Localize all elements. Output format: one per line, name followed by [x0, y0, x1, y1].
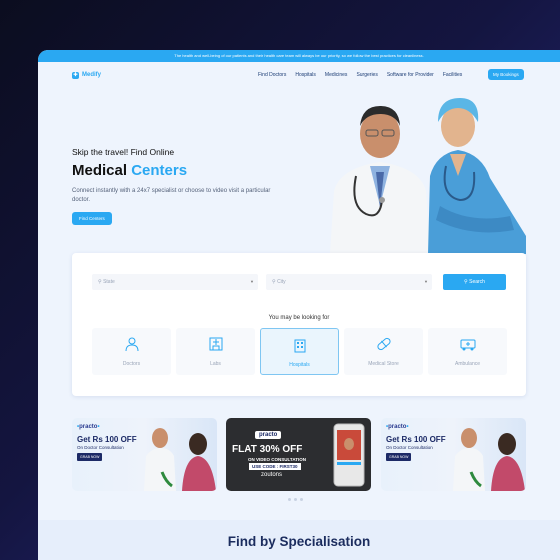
nav-item-find-doctors[interactable]: Find Doctors: [258, 72, 286, 78]
offer-subline: On Doctor Consultation: [386, 445, 433, 450]
zoutons-logo: zoutons: [261, 472, 283, 478]
doctor-patient-photo: [453, 428, 525, 491]
category-doctors[interactable]: Doctors: [92, 328, 171, 375]
capsule-icon: [376, 337, 391, 351]
offer-banner-2[interactable]: practo FLAT 30% OFF ON VIDEO CONSULTATIO…: [226, 418, 371, 491]
category-label: Medical Store: [368, 361, 399, 367]
specialisation-title: Find by Specialisation: [227, 534, 371, 549]
offers-carousel: •practo• Get Rs 100 OFF On Doctor Consul…: [72, 418, 526, 493]
lab-icon: [209, 337, 222, 351]
my-bookings-button[interactable]: My Bookings: [488, 69, 524, 80]
offer-headline: Get Rs 100 OFF: [77, 435, 137, 444]
hero-title-plain: Medical: [72, 162, 132, 179]
hero-title: Medical Centers: [72, 162, 187, 179]
search-button-label: Search: [469, 279, 485, 285]
nav-item-hospitals[interactable]: Hospitals: [295, 72, 316, 78]
doctors-illustration: [330, 98, 526, 254]
coupon-code: USE CODE : FIRST30: [249, 463, 301, 470]
hospital-icon: [294, 339, 305, 353]
nav-item-software-for-provider[interactable]: Software for Provider: [387, 72, 434, 78]
brand-logo[interactable]: ✚ Medify: [72, 71, 102, 79]
grab-now-button[interactable]: GRAB NOW: [386, 453, 412, 461]
category-label: Hospitals: [289, 362, 310, 368]
grab-now-button[interactable]: GRAB NOW: [77, 453, 103, 461]
chevron-down-icon: ▼: [424, 279, 428, 284]
medify-logo-icon: ✚: [72, 71, 79, 79]
nav-item-facilities[interactable]: Facilities: [443, 72, 462, 78]
city-placeholder: City: [277, 279, 286, 285]
browser-window: The health and well-being of our patient…: [38, 50, 560, 560]
category-hospitals[interactable]: Hospitals: [260, 328, 339, 375]
practo-logo: •practo•: [77, 424, 100, 430]
offer-subline: On Doctor Consultation: [77, 445, 124, 450]
offer-headline: Get Rs 100 OFF: [386, 435, 446, 444]
carousel-dot[interactable]: [288, 498, 291, 501]
category-ambulance[interactable]: Ambulance: [428, 328, 507, 375]
city-select[interactable]: ⚲ City ▼: [266, 274, 432, 290]
find-centers-button[interactable]: Find Centers: [72, 212, 112, 225]
category-label: Ambulance: [454, 361, 480, 367]
chevron-down-icon: ▼: [250, 279, 254, 284]
looking-for-heading: You may be looking for: [268, 315, 330, 321]
practo-logo: practo: [255, 431, 282, 439]
carousel-dot[interactable]: [300, 498, 303, 501]
state-select[interactable]: ⚲ State ▼: [92, 274, 258, 290]
carousel-dots: [288, 498, 303, 529]
category-label: Labs: [210, 361, 221, 367]
ambulance-icon: [460, 339, 475, 351]
offer-headline: FLAT 30% OFF: [232, 444, 303, 455]
practo-logo: •practo•: [386, 424, 409, 430]
hero-description: Connect instantly with a 24x7 specialist…: [72, 188, 271, 203]
state-placeholder: State: [103, 279, 115, 285]
nav-item-surgeries[interactable]: Surgeries: [356, 72, 377, 78]
announcement-bar: The health and well-being of our patient…: [38, 50, 560, 62]
phone-mockup: [333, 423, 365, 487]
doctor-patient-photo: [144, 428, 216, 491]
brand-name: Medify: [82, 72, 102, 78]
offer-subline: ON VIDEO CONSULTATION: [248, 457, 306, 462]
search-button[interactable]: ⚲ Search: [443, 274, 506, 290]
hero-title-accent: Centers: [131, 162, 188, 179]
main-menu: Find Doctors Hospitals Medicines Surgeri…: [258, 72, 462, 78]
nav-item-medicines[interactable]: Medicines: [325, 72, 348, 78]
search-panel: ⚲ State ▼ ⚲ City ▼ ⚲ Search You may be l…: [72, 253, 526, 396]
category-label: Doctors: [122, 361, 141, 367]
doctor-icon: [125, 337, 138, 352]
category-medical-store[interactable]: Medical Store: [344, 328, 423, 375]
category-labs[interactable]: Labs: [176, 328, 255, 375]
carousel-dot[interactable]: [294, 498, 297, 501]
hero-subtitle: Skip the travel! Find Online: [72, 147, 175, 157]
offer-banner-1[interactable]: •practo• Get Rs 100 OFF On Doctor Consul…: [72, 418, 217, 491]
navbar: ✚ Medify Find Doctors Hospitals Medicine…: [38, 62, 560, 88]
offer-banner-3[interactable]: •practo• Get Rs 100 OFF On Doctor Consul…: [381, 418, 526, 491]
